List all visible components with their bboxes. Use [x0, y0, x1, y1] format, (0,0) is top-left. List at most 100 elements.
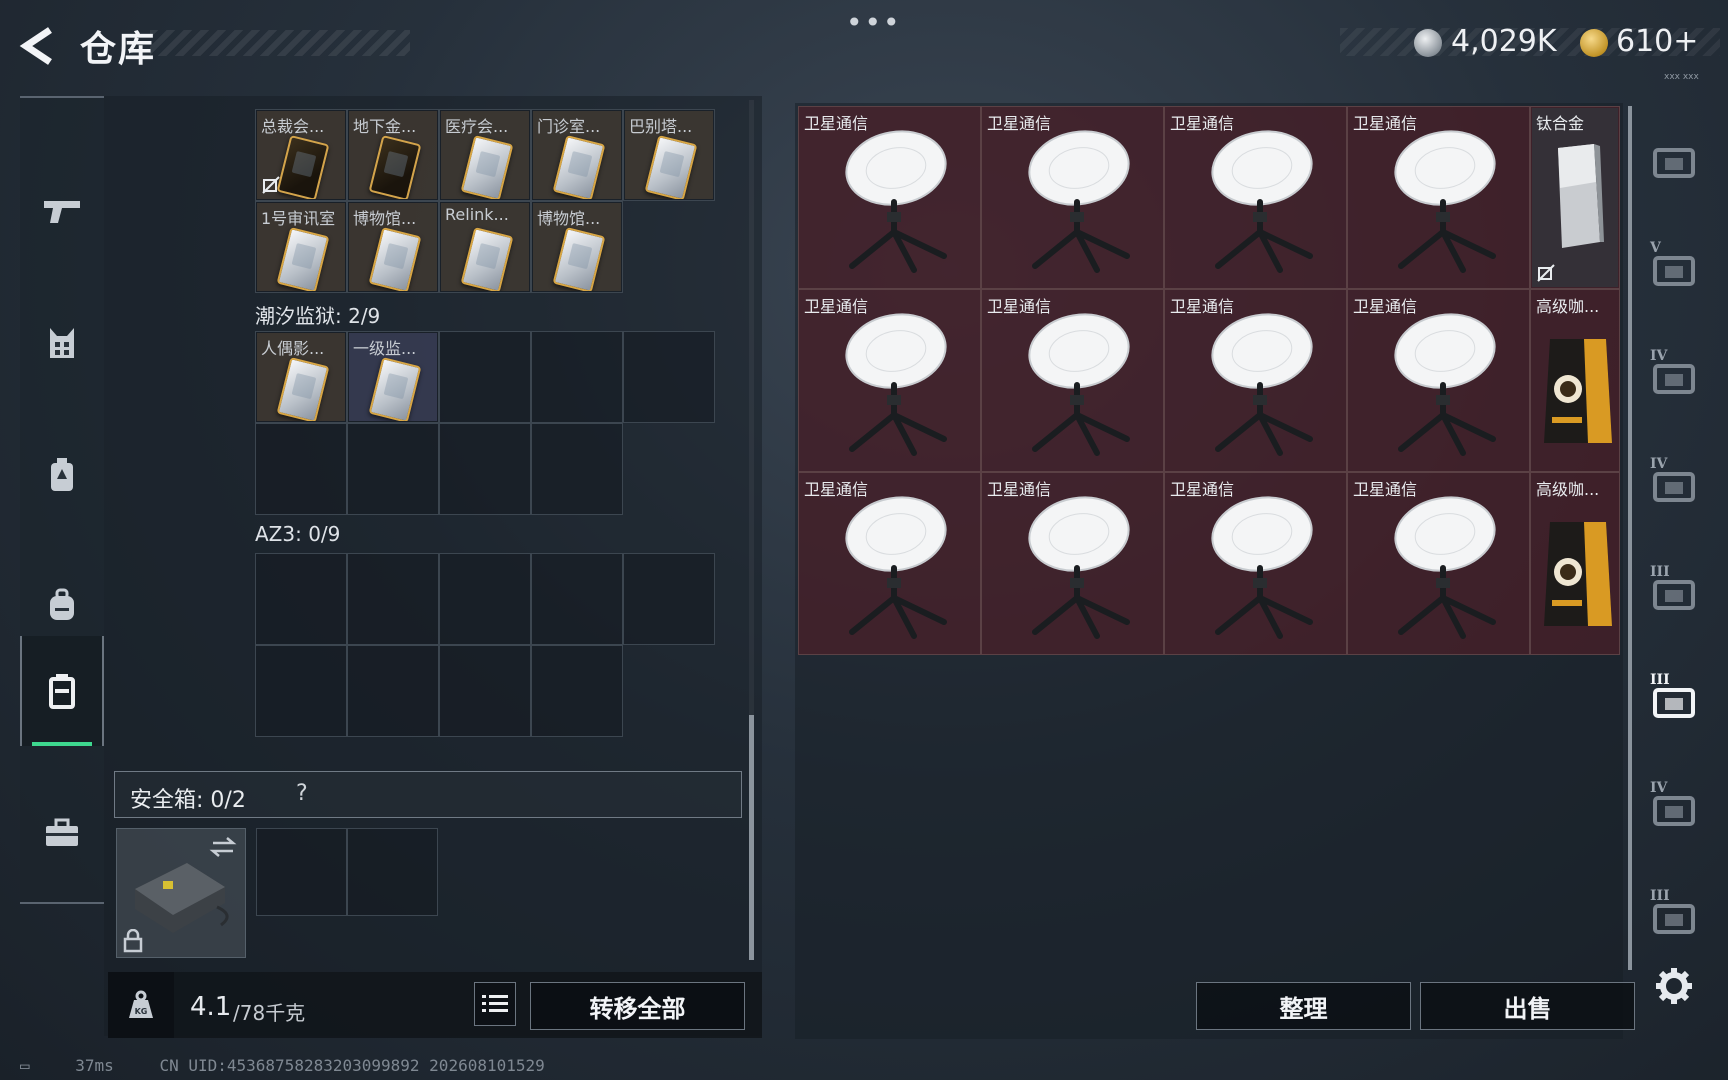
grid-cell[interactable]: 卫星通信	[1347, 472, 1530, 655]
tidy-button[interactable]: 整理	[1196, 982, 1411, 1030]
grid-cell[interactable]: 钛合金	[1530, 106, 1620, 289]
inventory-item[interactable]: 卫星通信	[1166, 291, 1345, 470]
more-menu-button[interactable]: •••	[846, 6, 902, 39]
inventory-item[interactable]: 钛合金	[1532, 108, 1618, 287]
left-scrollbar[interactable]	[749, 715, 754, 960]
grid-cell[interactable]: 人偶影...	[255, 331, 347, 423]
inventory-item[interactable]: 卫星通信	[800, 291, 979, 470]
grid-cell[interactable]: 博物馆...	[347, 201, 439, 293]
grid-cell[interactable]	[531, 645, 623, 737]
grid-cell[interactable]: 卫星通信	[1347, 106, 1530, 289]
satellite-dish-icon	[1394, 313, 1496, 456]
grid-cell[interactable]: 卫星通信	[798, 289, 981, 472]
facility-3[interactable]: IV	[1640, 336, 1708, 416]
inventory-item[interactable]: 1号审讯室	[257, 203, 345, 291]
rail-container[interactable]	[20, 636, 104, 746]
facility-8[interactable]: III	[1640, 876, 1708, 956]
rail-chest-rig[interactable]	[20, 420, 104, 530]
grid-cell[interactable]: 1号审讯室	[255, 201, 347, 293]
grid-cell[interactable]: 地下金...	[347, 109, 439, 201]
grid-cell[interactable]	[255, 553, 347, 645]
inventory-item[interactable]: 卫星通信	[800, 108, 979, 287]
inventory-item[interactable]: 卫星通信	[800, 474, 979, 653]
grid-cell[interactable]	[623, 553, 715, 645]
inventory-item[interactable]: 总裁会...	[257, 111, 345, 199]
inventory-item[interactable]: 巴别塔...	[625, 111, 713, 199]
inventory-item[interactable]: 卫星通信	[983, 474, 1162, 653]
grid-cell[interactable]: 卫星通信	[1347, 289, 1530, 472]
sell-button[interactable]: 出售	[1420, 982, 1635, 1030]
grid-cell[interactable]: 卫星通信	[1164, 106, 1347, 289]
grid-cell[interactable]	[531, 331, 623, 423]
inventory-item[interactable]: 高级咖...	[1532, 291, 1618, 470]
inventory-item[interactable]: 博物馆...	[533, 203, 621, 291]
grid-cell[interactable]: 高级咖...	[1530, 472, 1620, 655]
grid-cell[interactable]: 一级监...	[347, 331, 439, 423]
grid-cell[interactable]: 高级咖...	[1530, 289, 1620, 472]
grid-cell[interactable]	[347, 423, 439, 515]
swap-icon[interactable]	[209, 835, 237, 859]
tier-label: IV	[1650, 348, 1668, 364]
safe-box-slot[interactable]	[116, 828, 246, 958]
grid-cell[interactable]: 博物馆...	[531, 201, 623, 293]
grid-cell[interactable]	[347, 828, 438, 916]
list-view-button[interactable]	[474, 982, 516, 1026]
grid-cell[interactable]: 门诊室...	[531, 109, 623, 201]
facility-6[interactable]: III	[1640, 660, 1708, 740]
grid-cell[interactable]	[255, 645, 347, 737]
rail-briefcase[interactable]	[20, 778, 104, 888]
back-button[interactable]	[18, 24, 62, 68]
inventory-item[interactable]: 卫星通信	[1166, 108, 1345, 287]
grid-cell[interactable]	[347, 553, 439, 645]
grid-cell[interactable]	[256, 828, 347, 916]
inventory-item[interactable]: 卫星通信	[1349, 291, 1528, 470]
inventory-item[interactable]: 卫星通信	[983, 291, 1162, 470]
grid-cell[interactable]: 总裁会...	[255, 109, 347, 201]
help-icon[interactable]: ?	[296, 781, 308, 806]
grid-cell[interactable]: 医疗会...	[439, 109, 531, 201]
grid-cell[interactable]: 卫星通信	[798, 106, 981, 289]
inventory-item[interactable]: 博物馆...	[349, 203, 437, 291]
rail-armor[interactable]	[20, 288, 104, 398]
inventory-item[interactable]: 人偶影...	[257, 333, 345, 421]
grid-cell[interactable]: 卫星通信	[981, 472, 1164, 655]
grid-cell[interactable]	[439, 423, 531, 515]
grid-cell[interactable]: 卫星通信	[981, 106, 1164, 289]
grid-cell[interactable]: Relink...	[439, 201, 531, 293]
inventory-item[interactable]: 卫星通信	[1349, 474, 1528, 653]
grid-cell[interactable]: 卫星通信	[798, 472, 981, 655]
grid-cell[interactable]	[439, 331, 531, 423]
grid-cell[interactable]: 卫星通信	[1164, 289, 1347, 472]
right-scrollbar[interactable]	[1628, 106, 1632, 970]
inventory-item[interactable]: 卫星通信	[1349, 108, 1528, 287]
grid-cell[interactable]: 卫星通信	[981, 289, 1164, 472]
gold-balance[interactable]: 610+	[1616, 24, 1698, 59]
inventory-item[interactable]: Relink...	[441, 203, 529, 291]
grid-cell[interactable]	[439, 645, 531, 737]
facility-4[interactable]: IV	[1640, 444, 1708, 524]
grid-cell[interactable]: 巴别塔...	[623, 109, 715, 201]
grid-cell[interactable]	[255, 423, 347, 515]
facility-1[interactable]	[1640, 120, 1708, 200]
facility-7[interactable]: IV	[1640, 768, 1708, 848]
grid-cell[interactable]	[531, 553, 623, 645]
grid-cell[interactable]	[623, 331, 715, 423]
grid-cell[interactable]	[347, 645, 439, 737]
inventory-item[interactable]: 高级咖...	[1532, 474, 1618, 653]
transfer-all-button[interactable]: 转移全部	[530, 982, 745, 1030]
rail-weapon[interactable]	[20, 156, 104, 266]
grid-cell[interactable]: 卫星通信	[1164, 472, 1347, 655]
inventory-item[interactable]: 门诊室...	[533, 111, 621, 199]
tide-prison-grid: 人偶影... 一级监...	[255, 331, 715, 515]
inventory-item[interactable]: 卫星通信	[1166, 474, 1345, 653]
inventory-item[interactable]: 卫星通信	[983, 108, 1162, 287]
inventory-item[interactable]: 一级监...	[349, 333, 437, 421]
inventory-item[interactable]: 地下金...	[349, 111, 437, 199]
grid-cell[interactable]	[439, 553, 531, 645]
grid-cell[interactable]	[531, 423, 623, 515]
item-name: 卫星通信	[1353, 114, 1418, 133]
settings-button[interactable]	[1640, 946, 1708, 1026]
facility-5[interactable]: III	[1640, 552, 1708, 632]
inventory-item[interactable]: 医疗会...	[441, 111, 529, 199]
facility-2[interactable]: V	[1640, 228, 1708, 308]
